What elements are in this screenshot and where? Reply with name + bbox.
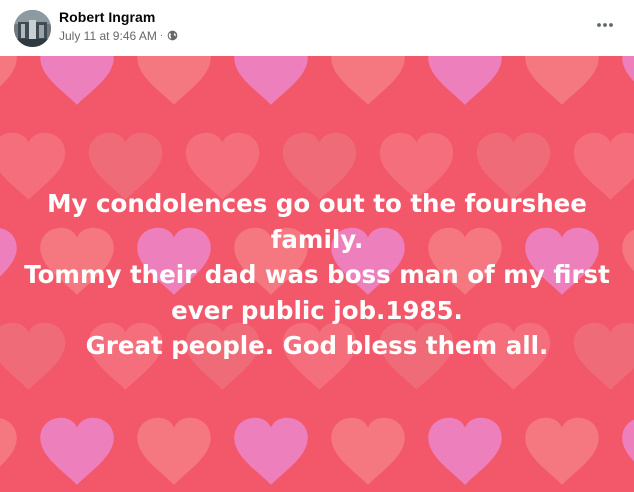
post-background: My condolences go out to the fourshee fa… xyxy=(0,56,634,492)
heart-shape xyxy=(40,56,114,105)
heart-shape xyxy=(525,56,599,105)
heart-shape xyxy=(137,56,211,105)
heart-shape xyxy=(428,56,502,105)
heart-shape xyxy=(40,417,114,485)
heart-shape xyxy=(622,419,634,462)
post-timestamp[interactable]: July 11 at 9:46 AM xyxy=(59,29,157,43)
heart-shape xyxy=(234,417,308,485)
post-message-line: family. xyxy=(270,224,364,254)
meta-separator: · xyxy=(159,29,164,41)
heart-shape xyxy=(331,56,405,105)
post-message: My condolences go out to the fourshee fa… xyxy=(20,186,614,364)
heart-shape xyxy=(234,56,308,105)
post-message-line: My condolences go out to the fourshee xyxy=(47,189,587,218)
heart-shape xyxy=(0,56,17,87)
more-horizontal-icon xyxy=(597,23,613,27)
heart-shape xyxy=(137,417,211,485)
globe-icon[interactable] xyxy=(167,30,178,41)
heart-shape xyxy=(622,229,634,272)
post-header: Robert Ingram July 11 at 9:46 AM · xyxy=(0,0,634,56)
author-avatar[interactable] xyxy=(14,10,51,47)
heart-shape xyxy=(0,228,17,277)
post-options-button[interactable] xyxy=(590,12,620,38)
heart-shape xyxy=(331,417,405,485)
heart-shape xyxy=(622,56,634,82)
post-message-line: Great people. God bless them all. xyxy=(85,331,549,360)
author-name[interactable]: Robert Ingram xyxy=(59,9,155,25)
post-meta: July 11 at 9:46 AM · xyxy=(59,28,178,43)
heart-shape xyxy=(428,417,502,485)
heart-shape xyxy=(525,417,599,485)
post-message-line: ever public job.1985. xyxy=(171,295,463,325)
heart-shape xyxy=(0,418,17,467)
post-message-line: Tommy their dad was boss man of my first xyxy=(24,260,610,289)
avatar-photo-icon xyxy=(14,10,51,47)
